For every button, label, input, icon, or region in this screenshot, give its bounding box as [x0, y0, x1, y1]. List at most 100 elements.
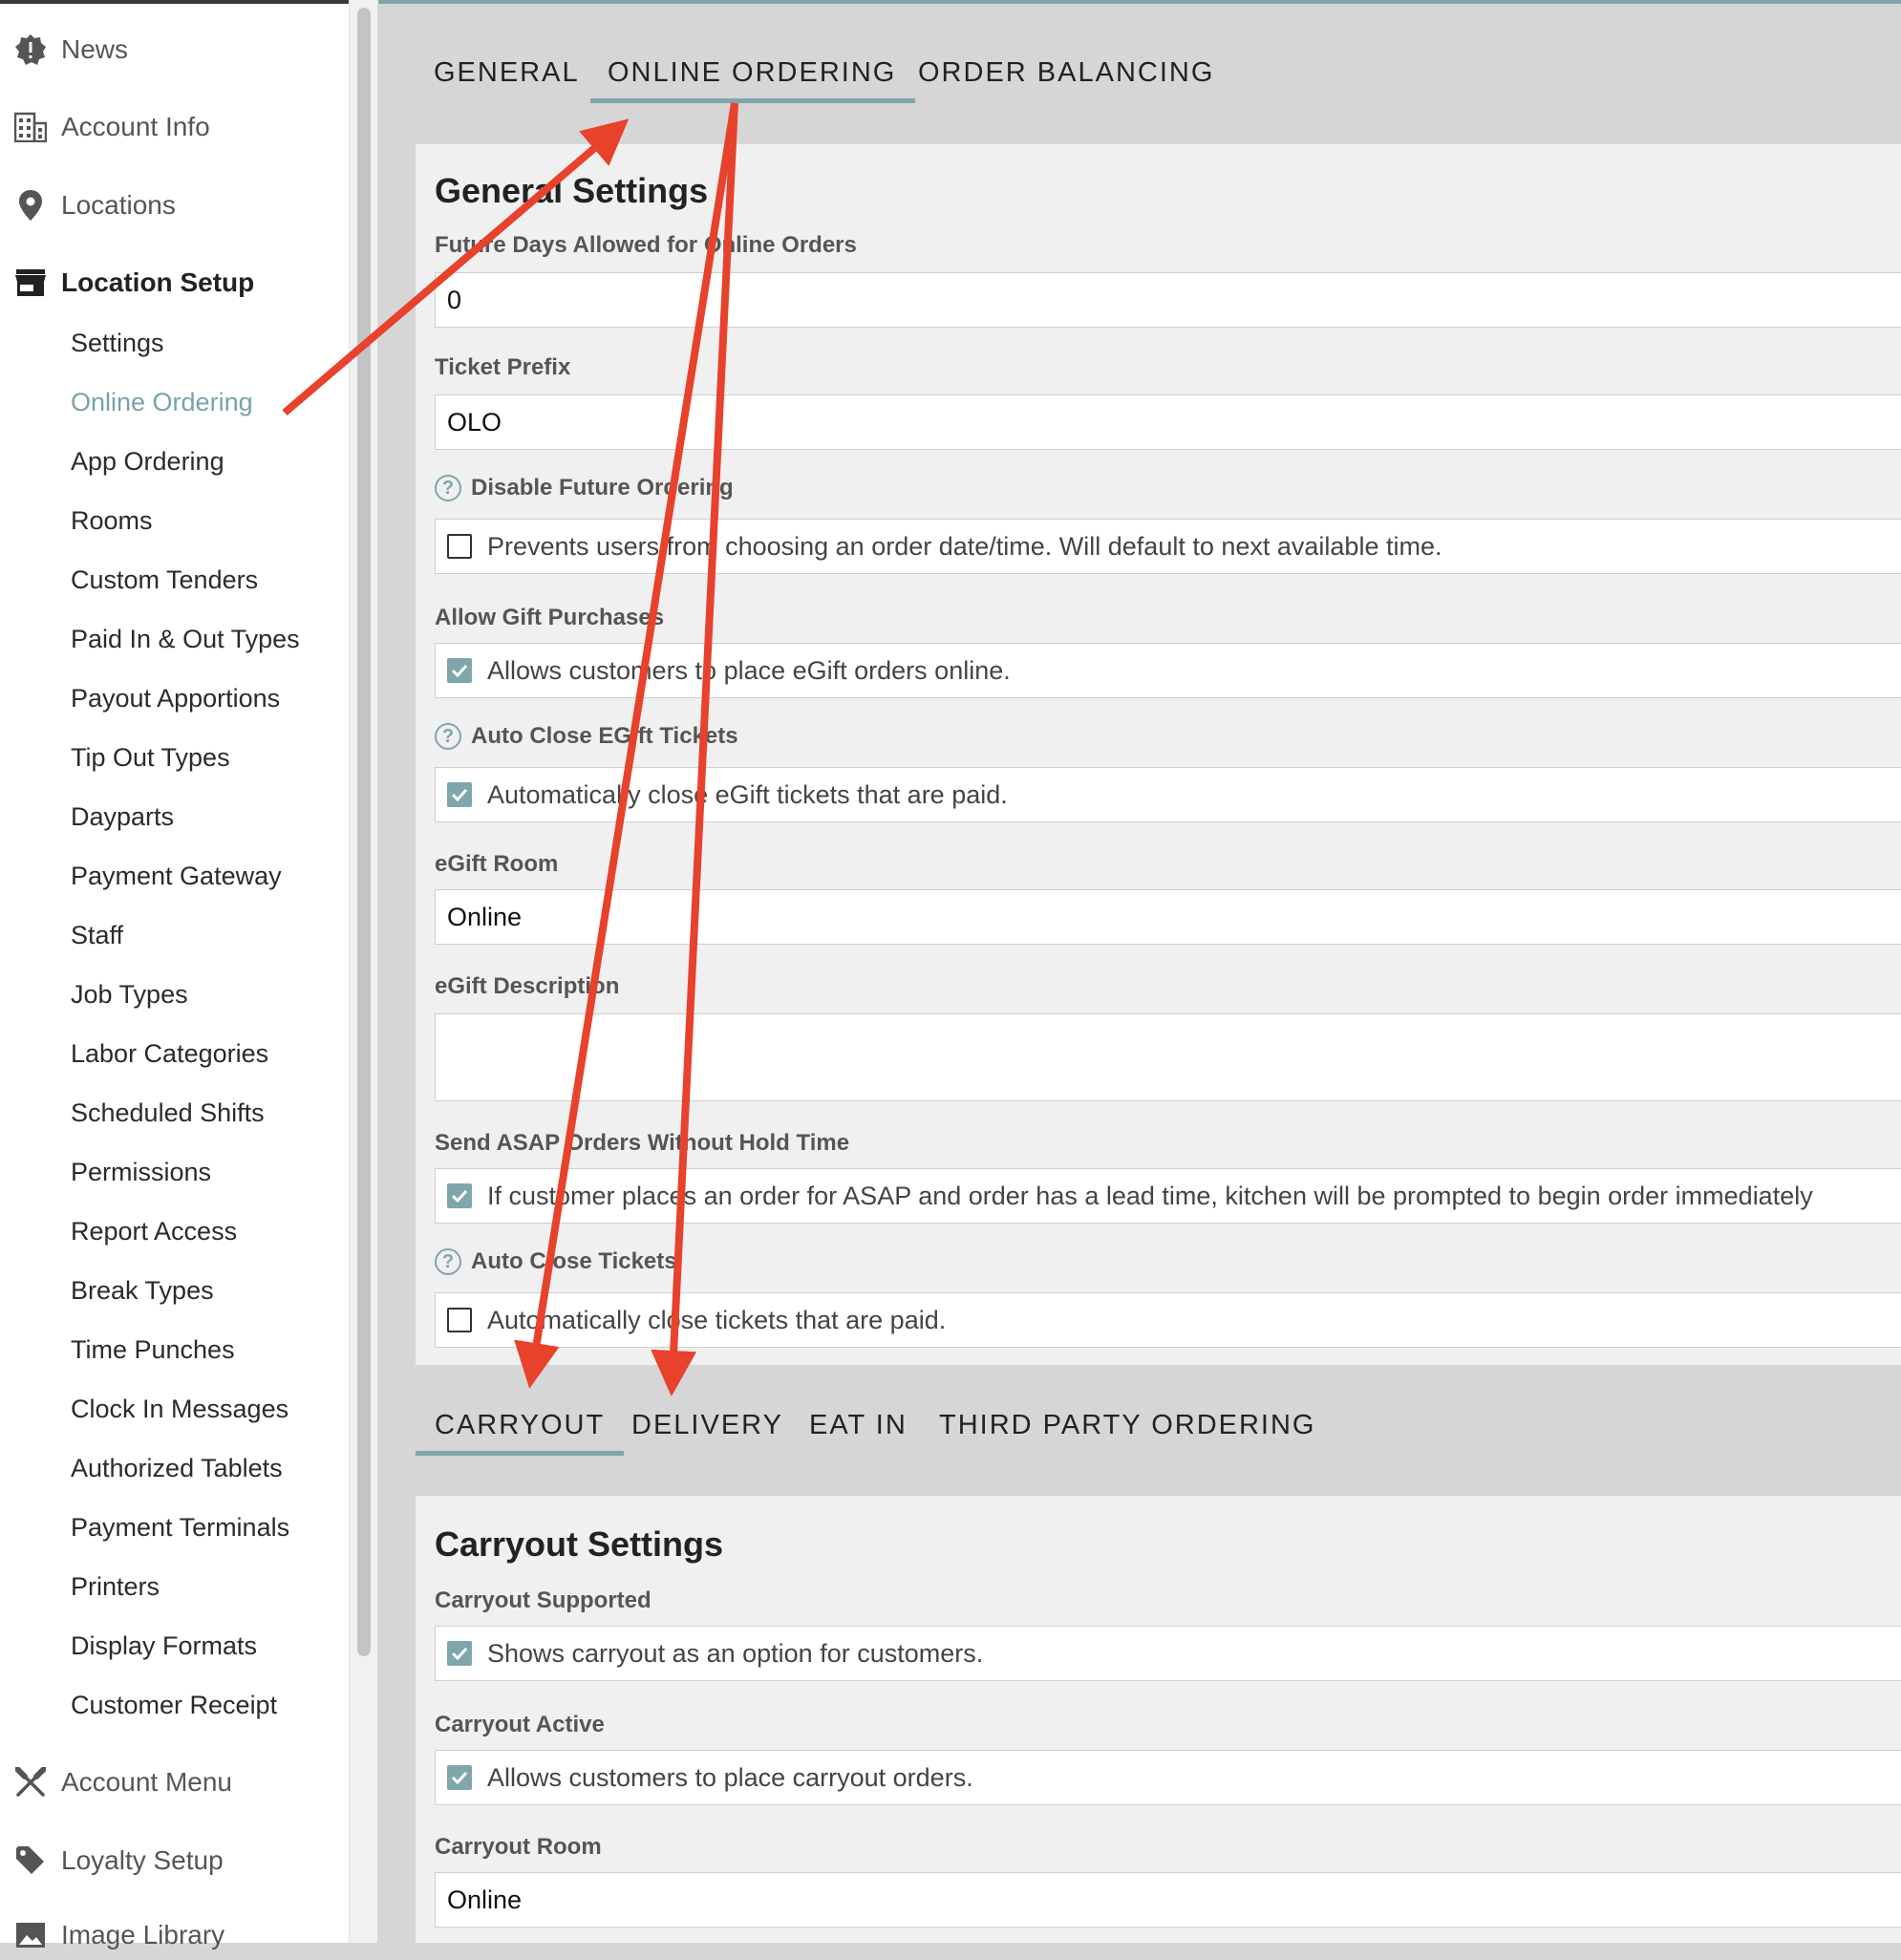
tab-carryout[interactable]: CARRYOUT — [416, 1410, 625, 1456]
scrollbar-thumb[interactable] — [357, 8, 371, 1656]
ticket-prefix-input[interactable]: OLO — [435, 394, 1901, 450]
autoclose-field: Automatically close tickets that are pai… — [435, 1292, 1901, 1348]
sidebar-subitem-settings[interactable]: Settings — [71, 324, 164, 362]
sidebar-subitem-break-types[interactable]: Break Types — [71, 1271, 214, 1310]
carryout-supported-label-text: Carryout Supported — [435, 1587, 651, 1613]
help-icon[interactable]: ? — [435, 1248, 461, 1275]
sidebar-subitem-payment-terminals[interactable]: Payment Terminals — [71, 1508, 289, 1546]
map-pin-icon — [13, 188, 48, 223]
egift-room-label-text: eGift Room — [435, 851, 559, 877]
checkmark-icon — [451, 1771, 468, 1784]
sidebar-subitem-report-access[interactable]: Report Access — [71, 1212, 237, 1250]
disable-future-text: Prevents users from choosing an order da… — [487, 531, 1442, 561]
asap-checkbox[interactable] — [447, 1183, 472, 1208]
autoclose-egift-field: Automatically close eGift tickets that a… — [435, 767, 1901, 822]
main-content: GENERAL ONLINE ORDERING ORDER BALANCING … — [377, 4, 1901, 1943]
sidebar-subitem-scheduled-shifts[interactable]: Scheduled Shifts — [71, 1094, 265, 1132]
help-icon[interactable]: ? — [435, 475, 461, 501]
autoclose-label: ? Auto Close Tickets — [435, 1248, 677, 1275]
ticket-prefix-value: OLO — [447, 407, 502, 437]
gift-checkbox[interactable] — [447, 658, 472, 683]
sidebar-item-account-info[interactable]: Account Info — [13, 102, 210, 152]
carryout-supported-text: Shows carryout as an option for customer… — [487, 1638, 984, 1668]
sidebar-item-label: News — [61, 34, 129, 64]
general-settings-card: General Settings Future Days Allowed for… — [416, 144, 1901, 1365]
autoclose-checkbox[interactable] — [447, 1308, 472, 1332]
ticket-prefix-label: Ticket Prefix — [435, 354, 570, 381]
general-settings-title: General Settings — [435, 171, 709, 210]
checkmark-icon — [451, 1189, 468, 1203]
sidebar-item-locations[interactable]: Locations — [13, 181, 176, 230]
tab-order-balancing[interactable]: ORDER BALANCING — [918, 57, 1214, 98]
sidebar-item-account-menu[interactable]: Account Menu — [13, 1758, 232, 1807]
sidebar-item-label: Loyalty Setup — [61, 1845, 224, 1875]
sidebar-subitem-custom-tenders[interactable]: Custom Tenders — [71, 561, 258, 599]
egift-room-input[interactable]: Online — [435, 889, 1901, 945]
checkmark-icon — [451, 788, 468, 801]
egift-desc-label: eGift Description — [435, 973, 619, 1000]
utensils-icon — [13, 1765, 48, 1800]
sidebar: News Account Info Locations Location Set… — [0, 4, 349, 1949]
sidebar-subitem-online-ordering[interactable]: Online Ordering — [71, 383, 253, 421]
sidebar-subitem-authorized-tablets[interactable]: Authorized Tablets — [71, 1449, 283, 1487]
tab-delivery[interactable]: DELIVERY — [631, 1410, 783, 1451]
disable-future-checkbox[interactable] — [447, 534, 472, 559]
egift-desc-label-text: eGift Description — [435, 973, 620, 999]
sidebar-item-image-library[interactable]: Image Library — [13, 1910, 224, 1960]
sidebar-subitem-job-types[interactable]: Job Types — [71, 975, 188, 1013]
carryout-active-label-text: Carryout Active — [435, 1712, 605, 1737]
carryout-active-checkbox[interactable] — [447, 1765, 472, 1790]
news-badge-icon — [13, 32, 48, 67]
sidebar-item-label: Image Library — [61, 1920, 225, 1949]
sidebar-item-loyalty-setup[interactable]: Loyalty Setup — [13, 1836, 224, 1885]
egift-room-label: eGift Room — [435, 851, 558, 878]
future-days-value: 0 — [447, 285, 462, 314]
carryout-settings-title: Carryout Settings — [435, 1524, 724, 1564]
checkmark-icon — [451, 664, 468, 677]
tab-online-ordering[interactable]: ONLINE ORDERING — [590, 57, 916, 103]
carryout-room-label-text: Carryout Room — [435, 1834, 602, 1860]
sidebar-subitem-rooms[interactable]: Rooms — [71, 501, 153, 540]
carryout-active-label: Carryout Active — [435, 1712, 605, 1738]
autoclose-egift-checkbox[interactable] — [447, 782, 472, 807]
sidebar-subitem-clock-in-messages[interactable]: Clock In Messages — [71, 1390, 288, 1428]
sidebar-item-location-setup[interactable]: Location Setup — [13, 258, 254, 308]
ticket-prefix-label-text: Ticket Prefix — [435, 354, 571, 380]
help-icon[interactable]: ? — [435, 723, 461, 750]
sidebar-subitem-payment-gateway[interactable]: Payment Gateway — [71, 857, 282, 895]
sidebar-subitem-display-formats[interactable]: Display Formats — [71, 1627, 257, 1665]
future-days-label-text: Future Days Allowed for Online Orders — [435, 232, 857, 258]
tab-eat-in[interactable]: EAT IN — [809, 1410, 908, 1451]
sidebar-subitem-time-punches[interactable]: Time Punches — [71, 1331, 235, 1369]
tab-general[interactable]: GENERAL — [434, 57, 580, 98]
egift-desc-textarea[interactable] — [435, 1013, 1901, 1101]
tag-icon — [13, 1843, 48, 1878]
sidebar-subitem-permissions[interactable]: Permissions — [71, 1153, 211, 1191]
sidebar-subitem-labor-categories[interactable]: Labor Categories — [71, 1034, 268, 1073]
carryout-supported-checkbox[interactable] — [447, 1641, 472, 1666]
carryout-active-text: Allows customers to place carryout order… — [487, 1762, 973, 1792]
carryout-active-field: Allows customers to place carryout order… — [435, 1750, 1901, 1805]
disable-future-label: ? Disable Future Ordering — [435, 475, 734, 501]
future-days-input[interactable]: 0 — [435, 272, 1901, 328]
carryout-room-input[interactable]: Online — [435, 1872, 1901, 1928]
gift-label-text: Allow Gift Purchases — [435, 605, 665, 630]
sidebar-scrollbar[interactable] — [349, 0, 378, 1943]
asap-text: If customer places an order for ASAP and… — [487, 1181, 1813, 1210]
sidebar-subitem-paid-in-out-types[interactable]: Paid In & Out Types — [71, 620, 300, 658]
tab-third-party-ordering[interactable]: THIRD PARTY ORDERING — [939, 1410, 1316, 1451]
sidebar-subitem-staff[interactable]: Staff — [71, 916, 123, 954]
sidebar-item-label: Account Menu — [61, 1767, 232, 1797]
sidebar-subitem-app-ordering[interactable]: App Ordering — [71, 442, 224, 480]
sidebar-item-label: Account Info — [61, 112, 210, 141]
sidebar-subitem-tip-out-types[interactable]: Tip Out Types — [71, 738, 230, 777]
carryout-supported-field: Shows carryout as an option for customer… — [435, 1626, 1901, 1681]
sidebar-subitem-payout-apportions[interactable]: Payout Apportions — [71, 679, 280, 717]
sidebar-subitem-customer-receipt[interactable]: Customer Receipt — [71, 1686, 277, 1724]
carryout-room-value: Online — [447, 1885, 523, 1914]
carryout-settings-card: Carryout Settings Carryout Supported Sho… — [416, 1496, 1901, 1943]
sidebar-subitem-printers[interactable]: Printers — [71, 1567, 160, 1606]
sidebar-item-news[interactable]: News — [13, 25, 128, 75]
sidebar-subitem-dayparts[interactable]: Dayparts — [71, 798, 174, 836]
egift-room-value: Online — [447, 902, 523, 931]
